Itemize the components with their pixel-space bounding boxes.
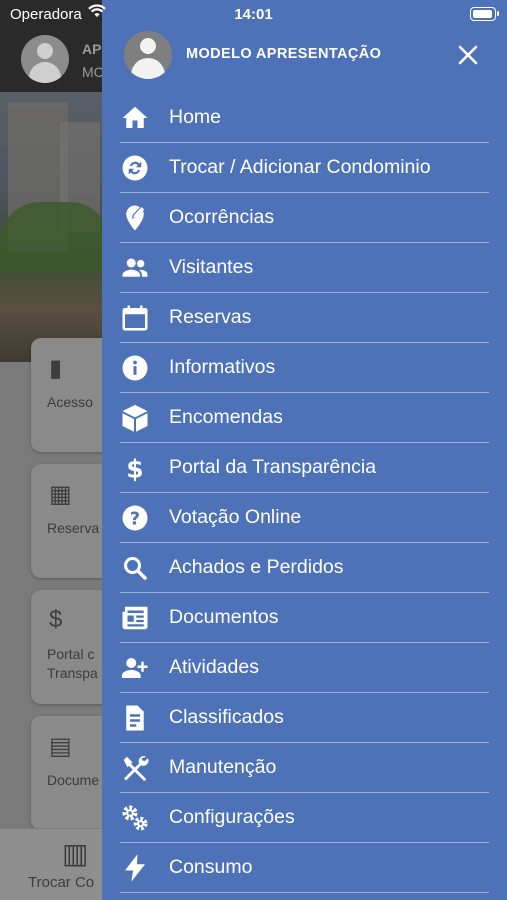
- menu-item-classificados[interactable]: Classificados: [120, 693, 489, 743]
- package-icon: [120, 403, 150, 433]
- help-icon: ?: [120, 503, 150, 533]
- document-icon: [120, 703, 150, 733]
- close-button[interactable]: [453, 40, 483, 70]
- clock: 14:01: [234, 6, 273, 23]
- menu-item-label: Votação Online: [169, 506, 302, 528]
- close-icon: [458, 45, 478, 65]
- swap-icon: [120, 153, 150, 183]
- search-icon: [120, 553, 150, 583]
- calendar-icon: [120, 303, 150, 333]
- menu-item-label: Manutenção: [169, 756, 277, 778]
- svg-text:?: ?: [130, 509, 140, 529]
- menu-item-documentos[interactable]: Documentos: [120, 593, 489, 643]
- tools-icon: [120, 753, 150, 783]
- menu-item-portal-transparencia[interactable]: $ Portal da Transparência: [120, 443, 489, 493]
- card-label: Acesso: [47, 394, 93, 410]
- menu-item-label: Configurações: [169, 806, 295, 828]
- card-label: Docume: [47, 772, 100, 788]
- menu-item-label: Classificados: [169, 706, 284, 728]
- menu-item-label: Achados e Perdidos: [169, 556, 344, 578]
- gears-icon: [120, 803, 150, 833]
- menu-item-label: Informativos: [169, 356, 276, 378]
- menu-item-votacao-online[interactable]: ? Votação Online: [120, 493, 489, 543]
- dollar-icon: $: [49, 606, 63, 633]
- menu-item-achados-perdidos[interactable]: Achados e Perdidos: [120, 543, 489, 593]
- menu-item-label: Trocar / Adicionar Condominio: [169, 156, 431, 178]
- side-drawer: MODELO APRESENTAÇÃO Home Trocar / Adicio…: [102, 0, 507, 900]
- menu-item-visitantes[interactable]: Visitantes: [120, 243, 489, 293]
- menu-item-encomendas[interactable]: Encomendas: [120, 393, 489, 443]
- menu-item-atividades[interactable]: Atividades: [120, 643, 489, 693]
- menu-item-label: Documentos: [169, 606, 279, 628]
- menu-item-trocar-condominio[interactable]: Trocar / Adicionar Condominio: [120, 143, 489, 193]
- menu-item-label: Encomendas: [169, 406, 283, 428]
- menu-item-informativos[interactable]: Informativos: [120, 343, 489, 393]
- calendar-icon: ▦: [49, 481, 72, 508]
- card-label: Portal c Transpa: [47, 646, 98, 681]
- status-bar: Operadora 14:01: [0, 0, 507, 30]
- menu-item-home[interactable]: Home: [120, 93, 489, 143]
- edit-location-icon: [120, 203, 150, 233]
- menu-item-reservas[interactable]: Reservas: [120, 293, 489, 343]
- home-icon: [120, 103, 150, 133]
- battery-icon: [470, 7, 496, 21]
- newspaper-icon: [120, 603, 150, 633]
- menu-item-label: Atividades: [169, 656, 259, 678]
- header-subtitle: MC: [82, 64, 104, 80]
- newspaper-icon: ▤: [49, 733, 72, 760]
- menu-item-label: Consumo: [169, 856, 253, 878]
- building-icon: ▥: [62, 838, 89, 869]
- door-icon: ▮: [49, 355, 63, 382]
- people-icon: [120, 253, 150, 283]
- drawer-menu: Home Trocar / Adicionar Condominio Ocorr…: [120, 93, 489, 893]
- menu-item-label: Home: [169, 106, 222, 128]
- menu-item-ocorrencias[interactable]: Ocorrências: [120, 193, 489, 243]
- menu-item-label: Portal da Transparência: [169, 456, 377, 478]
- menu-item-label: Reservas: [169, 306, 252, 328]
- menu-item-label: Visitantes: [169, 256, 254, 278]
- person-add-icon: [120, 653, 150, 683]
- card-label: Reserva: [47, 520, 100, 536]
- menu-item-configuracoes[interactable]: Configurações: [120, 793, 489, 843]
- avatar[interactable]: [124, 31, 172, 79]
- info-icon: [120, 353, 150, 383]
- menu-item-manutencao[interactable]: Manutenção: [120, 743, 489, 793]
- avatar: [21, 35, 69, 83]
- svg-text:$: $: [126, 454, 143, 483]
- dollar-icon: $: [120, 453, 150, 483]
- lightning-icon: [120, 853, 150, 883]
- menu-item-consumo[interactable]: Consumo: [120, 843, 489, 893]
- drawer-title: MODELO APRESENTAÇÃO: [186, 46, 382, 62]
- bottom-bar-label: Trocar Co: [28, 874, 95, 891]
- header-name: AP: [82, 41, 102, 57]
- menu-item-label: Ocorrências: [169, 206, 275, 228]
